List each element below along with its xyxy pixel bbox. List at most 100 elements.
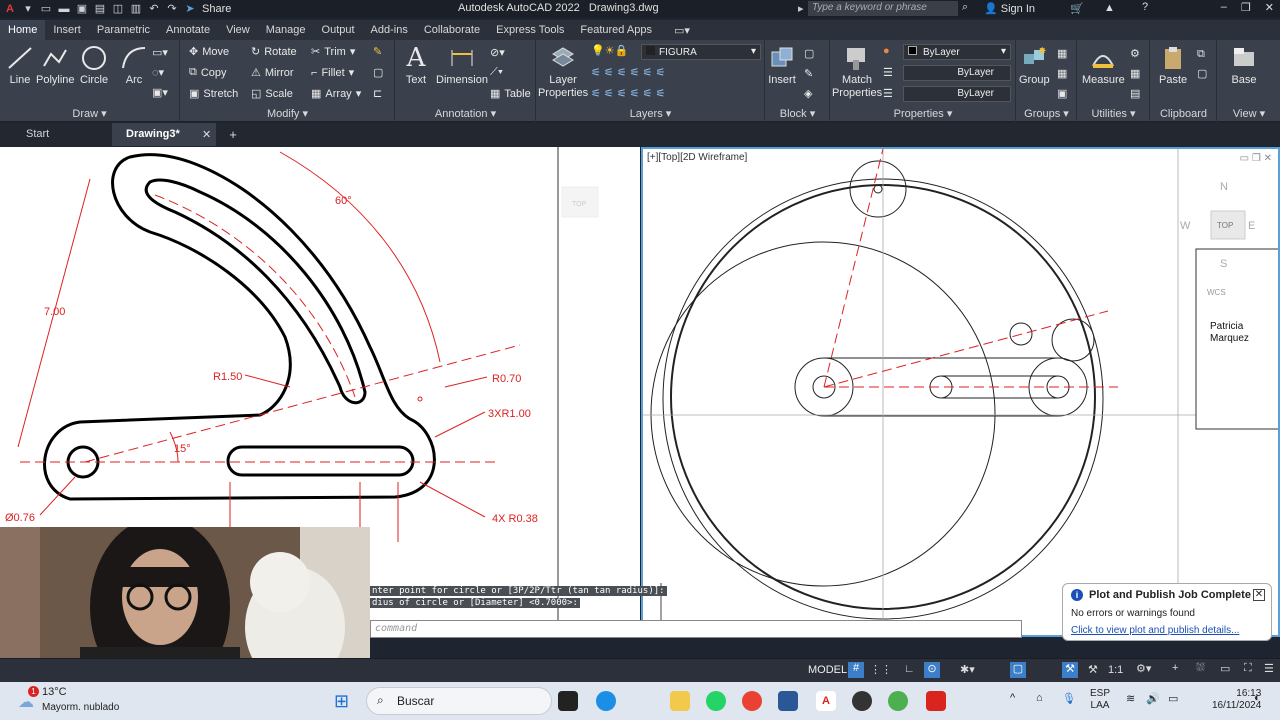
clipboard-tools-icons[interactable]: ⧉ ▢ <box>1197 44 1213 84</box>
whatsapp-icon[interactable] <box>706 691 726 711</box>
model-space-button[interactable]: MODEL <box>808 664 847 676</box>
offset-icon[interactable]: ⊏ <box>373 87 382 100</box>
layer-properties-button[interactable]: Layer Properties <box>538 44 588 100</box>
layer-tools-row1[interactable]: ⚟ ⚟ ⚟ ⚟ ⚟ ⚟ <box>591 66 665 79</box>
isodraft-icon[interactable]: ✱▾ <box>960 663 975 676</box>
plot-status-icon[interactable]: ▭ <box>1220 662 1230 675</box>
search-icon[interactable]: ⌕ <box>962 1 968 14</box>
markup-icon[interactable]: ⟋▾ <box>490 66 503 79</box>
restore-icon[interactable]: ❐ <box>1241 1 1251 14</box>
notification-center-icon[interactable]: ◐ <box>1254 692 1261 704</box>
ribbon-options-icon[interactable]: ▭▾ <box>674 24 690 37</box>
annotation-panel-title[interactable]: Annotation ▾ <box>396 107 535 120</box>
arc-button[interactable]: Arc <box>120 44 148 86</box>
minimize-icon[interactable]: – <box>1221 1 1227 14</box>
command-input[interactable]: command <box>370 620 1022 638</box>
new-file-icon[interactable]: ▭ <box>40 3 52 15</box>
dimension-button[interactable]: Dimension <box>436 44 488 86</box>
sign-in-button[interactable]: 👤 Sign In <box>984 2 1035 15</box>
linetype-dropdown[interactable]: ByLayer <box>903 65 1011 81</box>
mic-icon[interactable]: 🎙 <box>1062 692 1076 705</box>
cart-icon[interactable]: 🛒 <box>1070 2 1084 15</box>
drawing-viewport[interactable]: [+][Top][2D Wireframe] ▭ ❐ ✕ TOP N W E S… <box>641 147 1280 637</box>
edge-icon[interactable] <box>596 691 616 711</box>
circle-button[interactable]: Circle <box>80 44 108 86</box>
customize-icon[interactable]: ☰ <box>1264 662 1274 675</box>
taskbar-search[interactable]: ⌕ Buscar <box>366 687 552 715</box>
start-tab[interactable]: Start <box>0 123 112 146</box>
add-icon[interactable]: + <box>1172 662 1178 674</box>
drawing-tab[interactable]: Drawing3* <box>112 123 216 146</box>
undo-icon[interactable]: ↶ <box>148 3 160 15</box>
leader-icon[interactable]: ⊘▾ <box>490 46 505 59</box>
lineweight-dropdown[interactable]: ByLayer <box>903 86 1011 102</box>
block-panel-title[interactable]: Block ▾ <box>766 107 829 120</box>
tab-view[interactable]: View <box>218 20 258 40</box>
group-tools-icons[interactable]: ▦ ▦ ▣ <box>1057 44 1075 104</box>
battery-icon[interactable]: ▭ <box>1168 692 1178 705</box>
start-button[interactable]: ⊞ <box>334 691 349 712</box>
utility-tools-icons[interactable]: ⚙ ▦ ▤ <box>1130 44 1148 104</box>
tab-insert[interactable]: Insert <box>45 20 89 40</box>
close-icon[interactable]: ✕ <box>1265 1 1274 14</box>
file-explorer-icon[interactable] <box>670 691 690 711</box>
block-tools-icons[interactable]: ▢ ✎ ◈ <box>804 44 824 104</box>
isolate-icon[interactable]: ⛆ <box>1196 662 1205 675</box>
grid-icon[interactable]: # <box>848 662 864 678</box>
fillet-button[interactable]: ⌐ Fillet ▾ <box>311 66 354 80</box>
tab-annotate[interactable]: Annotate <box>158 20 218 40</box>
linetype-icon[interactable]: ☰ <box>883 66 893 79</box>
tab-featured-apps[interactable]: Featured Apps <box>572 20 660 40</box>
acrobat-icon[interactable] <box>926 691 946 711</box>
plot-details-link[interactable]: Click to view plot and publish details..… <box>1071 625 1263 636</box>
polar-icon[interactable]: ⊙ <box>924 662 940 678</box>
weather-temp[interactable]: 13°C <box>42 686 67 698</box>
lineweight-icon[interactable]: ☰ <box>883 87 893 100</box>
chrome-alt-icon[interactable] <box>888 691 908 711</box>
weather-desc[interactable]: Mayorm. nublado <box>42 702 119 713</box>
close-tab-icon[interactable]: ✕ <box>202 128 211 141</box>
workspace-icon[interactable]: ⚙▾ <box>1136 662 1151 675</box>
scale-button[interactable]: ◱ Scale <box>251 87 293 101</box>
table-button[interactable]: ▦ Table <box>490 87 531 101</box>
layer-state-icons[interactable]: 💡☀🔒 <box>591 44 628 57</box>
tab-parametric[interactable]: Parametric <box>89 20 158 40</box>
osnap-icon[interactable]: ▢ <box>1010 662 1026 678</box>
layers-panel-title[interactable]: Layers ▾ <box>537 107 764 120</box>
rectangle-icon[interactable]: ▭▾ <box>152 46 168 59</box>
color-dropdown[interactable]: ByLayer ▾ <box>903 44 1011 60</box>
volume-icon[interactable]: 🔊 <box>1146 692 1160 705</box>
snap-icon[interactable]: ⋮⋮ <box>870 663 892 676</box>
tab-collaborate[interactable]: Collaborate <box>416 20 488 40</box>
chrome-icon[interactable] <box>742 691 762 711</box>
autocad-taskbar-icon[interactable]: A <box>816 691 836 711</box>
move-button[interactable]: ✥ Move <box>189 45 229 59</box>
line-button[interactable]: Line <box>6 44 34 86</box>
fullscreen-icon[interactable]: ⛶ <box>1244 662 1252 675</box>
network-icon[interactable]: ⌂ <box>1036 692 1043 704</box>
open-folder-icon[interactable]: ▬ <box>58 3 70 15</box>
chevron-right-icon[interactable]: ▸ <box>798 2 804 15</box>
share-button[interactable]: Share <box>202 3 231 15</box>
erase-icon[interactable]: ✎ <box>373 45 382 58</box>
app-icon[interactable] <box>852 691 872 711</box>
web-save-icon[interactable]: ◫ <box>112 3 124 15</box>
view-panel-title[interactable]: View ▾ <box>1218 107 1280 120</box>
tab-express-tools[interactable]: Express Tools <box>488 20 572 40</box>
close-notification-icon[interactable]: ✕ <box>1253 589 1265 601</box>
match-properties-button[interactable]: Match Properties <box>832 44 882 100</box>
copy-button[interactable]: ⧉ Copy <box>189 66 227 79</box>
modify-panel-title[interactable]: Modify ▾ <box>181 107 394 120</box>
tray-chevron-icon[interactable]: ^ <box>1010 692 1015 704</box>
autocad-logo-icon[interactable]: A <box>4 3 16 15</box>
text-button[interactable]: A Text <box>402 44 430 86</box>
explode-icon[interactable]: ▢ <box>373 66 383 79</box>
dropdown-icon[interactable]: ▾ <box>22 3 34 15</box>
tab-home[interactable]: Home <box>0 20 46 40</box>
ortho-icon[interactable]: ∟ <box>904 663 915 675</box>
tab-output[interactable]: Output <box>314 20 363 40</box>
layer-tools-row2[interactable]: ⚟ ⚟ ⚟ ⚟ ⚟ ⚟ <box>591 87 665 100</box>
stretch-button[interactable]: ▣ Stretch <box>189 87 238 101</box>
groups-panel-title[interactable]: Groups ▾ <box>1017 107 1076 120</box>
rotate-button[interactable]: ↻ Rotate <box>251 45 297 59</box>
